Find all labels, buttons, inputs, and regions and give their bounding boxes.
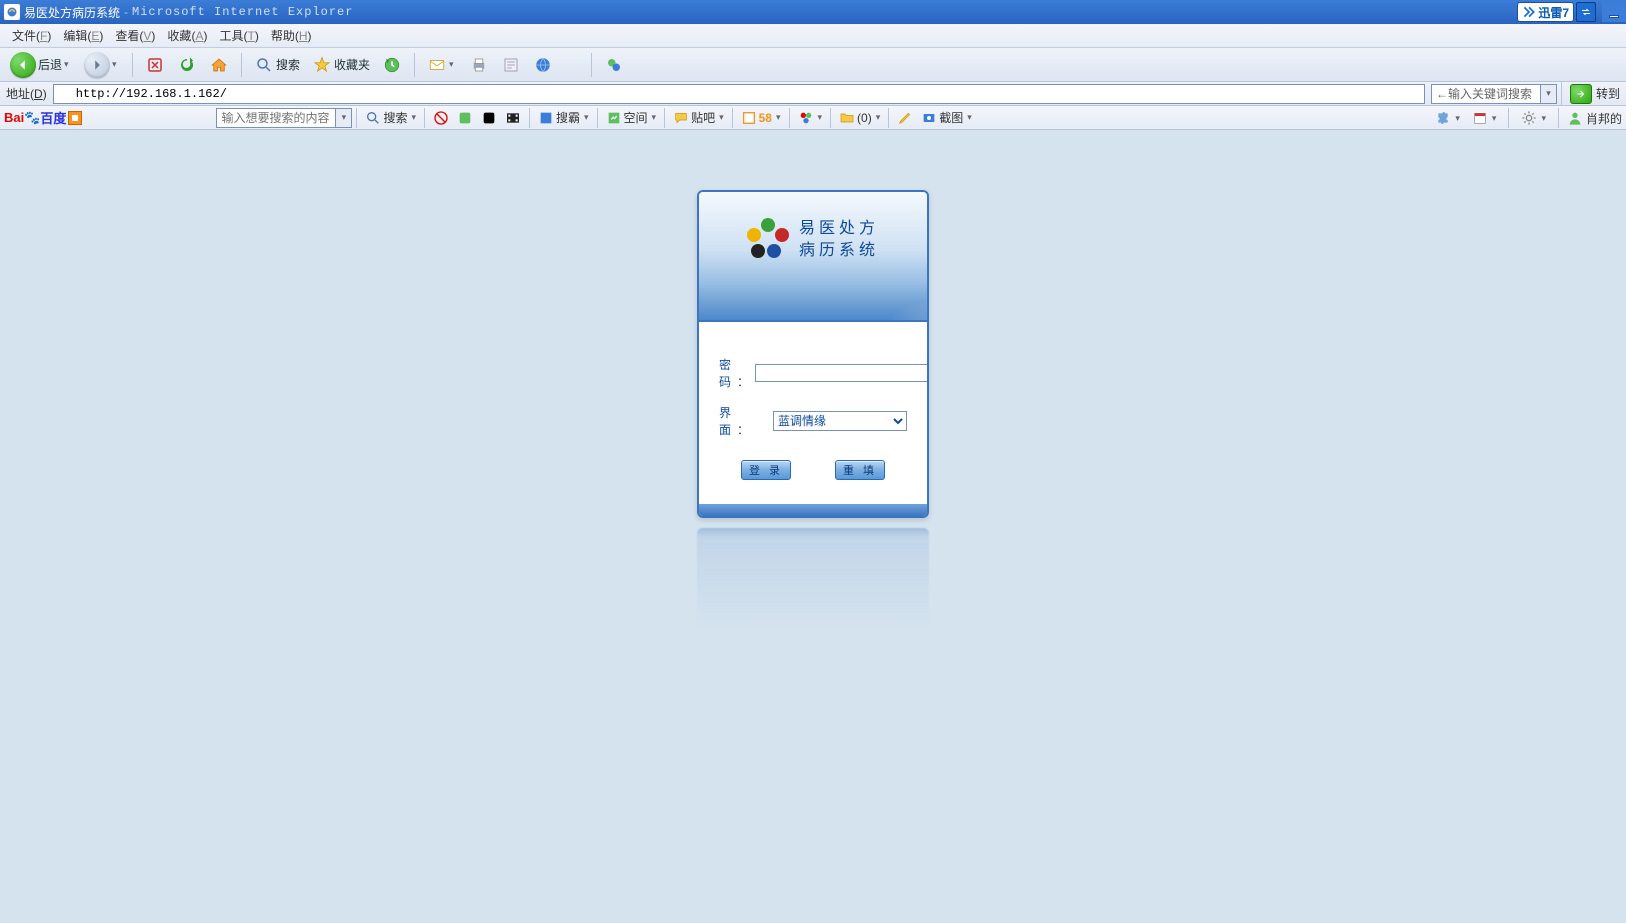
- login-button[interactable]: 登 录: [741, 460, 791, 480]
- password-input[interactable]: [755, 364, 929, 382]
- toolbar: 后退 ▾ ▾ 搜索 收藏夹 ▾: [0, 48, 1626, 82]
- reset-button[interactable]: 重 填: [835, 460, 885, 480]
- edit-button[interactable]: [497, 51, 525, 79]
- minimize-button[interactable]: [1602, 2, 1626, 22]
- ie-icon: [4, 4, 20, 20]
- baidu-user[interactable]: 肖邦的: [1567, 110, 1622, 127]
- app-title: 易医处方 病历系统: [799, 218, 879, 262]
- titlebar: 易医处方病历系统 - Microsoft Internet Explorer 迅…: [0, 0, 1626, 24]
- baidu-search-input[interactable]: [216, 108, 336, 128]
- baidu-calendar-icon[interactable]: ▾: [1468, 110, 1501, 126]
- app-logo-icon: [747, 218, 789, 260]
- baidu-folder[interactable]: (0)▾: [835, 110, 884, 126]
- baidu-pencil-icon[interactable]: [893, 110, 917, 126]
- baidu-block-icon[interactable]: [429, 110, 453, 126]
- xunlei-badge[interactable]: 迅雷7: [1517, 2, 1574, 22]
- history-button[interactable]: [378, 51, 406, 79]
- menu-edit[interactable]: 编辑(E): [57, 25, 109, 46]
- back-button[interactable]: 后退 ▾: [6, 51, 76, 79]
- menu-tools[interactable]: 工具(T): [213, 25, 264, 46]
- forward-button[interactable]: ▾: [80, 51, 124, 79]
- menu-help[interactable]: 帮助(H): [265, 25, 318, 46]
- baidu-puzzle-icon[interactable]: ▾: [1431, 110, 1464, 126]
- keyword-search-drop[interactable]: ▾: [1541, 84, 1557, 104]
- address-input[interactable]: [53, 84, 1425, 104]
- baidu-green-icon[interactable]: [453, 110, 477, 126]
- menu-view[interactable]: 查看(V): [109, 25, 161, 46]
- baidu-58[interactable]: 58▾: [737, 110, 785, 126]
- mail-button[interactable]: ▾: [423, 51, 461, 79]
- keyword-search-input[interactable]: [1431, 84, 1541, 104]
- baidu-tieba[interactable]: 贴吧▾: [669, 109, 728, 126]
- menubar: 文件(F) 编辑(E) 查看(V) 收藏(A) 工具(T) 帮助(H): [0, 24, 1626, 48]
- baidu-space[interactable]: 空间▾: [602, 109, 661, 126]
- search-button[interactable]: 搜索: [250, 51, 304, 79]
- messenger-button[interactable]: [600, 51, 628, 79]
- window-title: 易医处方病历系统: [24, 4, 120, 21]
- password-label: 密 码：: [719, 356, 755, 390]
- baidu-gear-icon[interactable]: ▾: [1517, 110, 1550, 126]
- print-button[interactable]: [465, 51, 493, 79]
- baidu-jietu[interactable]: 截图▾: [917, 109, 976, 126]
- theme-select[interactable]: 蓝调情缘: [773, 411, 907, 431]
- login-panel: 易医处方 病历系统 密 码： 界 面： 蓝调情缘 登 录 重 填: [697, 190, 929, 518]
- baidu-toolbar: Bai🐾百度 ▾ 搜索▾ 搜霸▾ 空间▾ 贴吧▾ 58▾ ▾ (0)▾ 截图▾ …: [0, 106, 1626, 130]
- favorites-button[interactable]: 收藏夹: [308, 51, 374, 79]
- go-button[interactable]: [1570, 84, 1592, 104]
- baidu-orange-icon: [68, 111, 82, 125]
- xunlei-toggle-icon[interactable]: [1576, 2, 1596, 22]
- user-icon: [1567, 110, 1583, 126]
- addressbar: 地址(D) ▾ 转到: [0, 82, 1626, 106]
- baidu-search-button[interactable]: 搜索▾: [361, 109, 420, 126]
- login-header: 易医处方 病历系统: [699, 192, 927, 322]
- home-button[interactable]: [205, 51, 233, 79]
- baidu-logo[interactable]: Bai🐾百度: [0, 108, 86, 127]
- go-label: 转到: [1596, 85, 1620, 102]
- theme-label: 界 面：: [719, 404, 773, 438]
- menu-favorites[interactable]: 收藏(A): [161, 25, 213, 46]
- baidu-pink-icon[interactable]: [477, 110, 501, 126]
- baidu-film-icon[interactable]: [501, 110, 525, 126]
- baidu-souba[interactable]: 搜霸▾: [534, 109, 593, 126]
- menu-file[interactable]: 文件(F): [6, 25, 57, 46]
- globe-button[interactable]: [529, 51, 557, 79]
- login-reflection: [697, 528, 929, 672]
- baidu-search-drop[interactable]: ▾: [336, 108, 352, 128]
- baidu-color-icon[interactable]: ▾: [794, 110, 827, 126]
- page-content: 易医处方 病历系统 密 码： 界 面： 蓝调情缘 登 录 重 填: [0, 130, 1626, 923]
- window-title-suffix: Microsoft Internet Explorer: [132, 5, 353, 19]
- refresh-button[interactable]: [173, 51, 201, 79]
- stop-button[interactable]: [141, 51, 169, 79]
